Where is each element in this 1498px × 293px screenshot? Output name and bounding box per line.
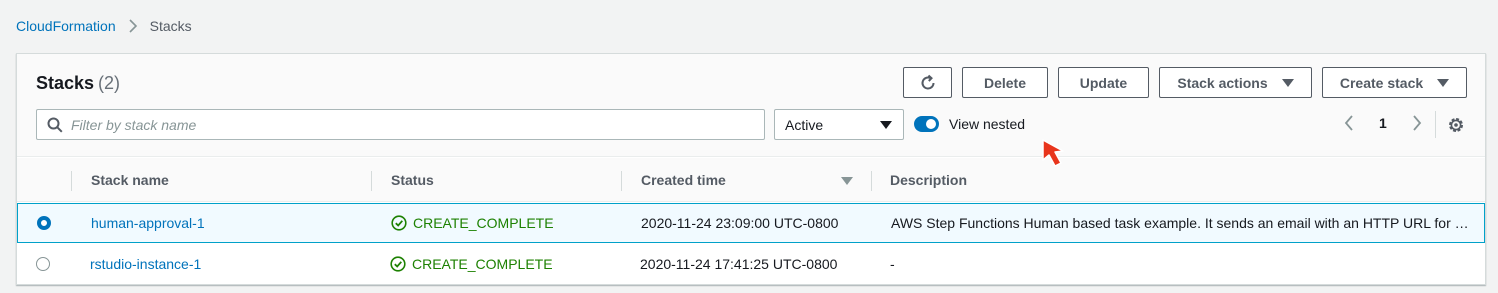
row-select-cell: [37, 204, 51, 242]
breadcrumb: CloudFormation Stacks: [16, 18, 192, 34]
search-input[interactable]: [71, 116, 764, 133]
view-nested-toggle-group: View nested: [914, 116, 1025, 132]
stack-name-cell: human-approval-1: [91, 204, 205, 242]
description-cell: AWS Step Functions Human based task exam…: [891, 204, 1469, 242]
delete-button[interactable]: Delete: [962, 67, 1048, 98]
stack-actions-label: Stack actions: [1177, 74, 1268, 91]
breadcrumb-cloudformation-link[interactable]: CloudFormation: [16, 18, 116, 34]
column-header-status[interactable]: Status: [391, 158, 434, 202]
status-filter-value: Active: [785, 116, 824, 133]
column-divider: [621, 171, 622, 191]
pagination: 1: [1343, 114, 1423, 132]
status-cell: CREATE_COMPLETE: [391, 204, 554, 242]
check-circle-icon: [391, 215, 407, 231]
row-select-cell: [36, 244, 50, 284]
create-stack-label: Create stack: [1339, 74, 1424, 91]
status-text: CREATE_COMPLETE: [412, 256, 553, 272]
search-field[interactable]: [36, 109, 765, 140]
stack-name-link[interactable]: human-approval-1: [91, 215, 205, 231]
caret-down-icon: [1281, 78, 1294, 87]
row-radio[interactable]: [37, 216, 51, 230]
created-time-cell: 2020-11-24 17:41:25 UTC-0800: [640, 256, 838, 272]
status-cell: CREATE_COMPLETE: [390, 244, 553, 284]
stack-actions-button[interactable]: Stack actions: [1159, 67, 1312, 98]
status-badge: CREATE_COMPLETE: [391, 215, 554, 231]
column-divider: [871, 171, 872, 191]
column-header-description[interactable]: Description: [890, 158, 967, 202]
table-header: Stack name Status Created time Descripti…: [17, 158, 1485, 202]
toggle-knob: [926, 119, 936, 129]
page-title: Stacks (2): [36, 73, 120, 94]
stack-name-link[interactable]: rstudio-instance-1: [90, 256, 201, 272]
status-filter-select[interactable]: Active: [774, 109, 904, 140]
table-row[interactable]: human-approval-1 CREATE_COMPLETE 2020-11…: [17, 203, 1485, 243]
arrow-cursor-icon: [1041, 138, 1077, 183]
chevron-right-icon[interactable]: [1411, 114, 1423, 132]
column-divider: [71, 171, 72, 191]
sort-descending-icon[interactable]: [841, 177, 853, 185]
stack-name-cell: rstudio-instance-1: [90, 244, 201, 284]
check-circle-icon: [390, 256, 406, 272]
current-page-number[interactable]: 1: [1379, 115, 1387, 131]
refresh-icon: [919, 74, 937, 92]
description-text: -: [890, 256, 895, 272]
column-header-stack-name[interactable]: Stack name: [91, 158, 169, 202]
caret-down-icon: [880, 120, 892, 129]
search-icon: [47, 117, 63, 133]
row-radio[interactable]: [36, 257, 50, 271]
stacks-panel: Stacks (2) Delete Update Stack actions Cr…: [16, 53, 1486, 285]
status-badge: CREATE_COMPLETE: [390, 256, 553, 272]
description-text: AWS Step Functions Human based task exam…: [891, 215, 1469, 231]
column-divider: [371, 171, 372, 191]
stack-count: (2): [98, 73, 121, 93]
created-time-cell: 2020-11-24 23:09:00 UTC-0800: [641, 215, 839, 231]
gear-icon[interactable]: [1447, 116, 1465, 134]
caret-down-icon: [1437, 78, 1450, 87]
column-header-created-time[interactable]: Created time: [641, 158, 726, 202]
update-button[interactable]: Update: [1058, 67, 1149, 98]
description-cell: -: [890, 244, 1468, 284]
create-stack-button[interactable]: Create stack: [1322, 67, 1467, 98]
view-nested-toggle[interactable]: [914, 116, 939, 132]
table-row[interactable]: rstudio-instance-1 CREATE_COMPLETE 2020-…: [17, 244, 1485, 284]
pager-divider: [1435, 111, 1436, 138]
panel-header: Stacks (2) Delete Update Stack actions Cr…: [17, 54, 1485, 157]
breadcrumb-current: Stacks: [149, 18, 192, 34]
status-text: CREATE_COMPLETE: [413, 215, 554, 231]
view-nested-label: View nested: [949, 116, 1026, 132]
refresh-button[interactable]: [903, 67, 952, 98]
title-text: Stacks: [36, 73, 95, 93]
chevron-right-icon: [128, 19, 138, 33]
chevron-left-icon[interactable]: [1343, 114, 1355, 132]
